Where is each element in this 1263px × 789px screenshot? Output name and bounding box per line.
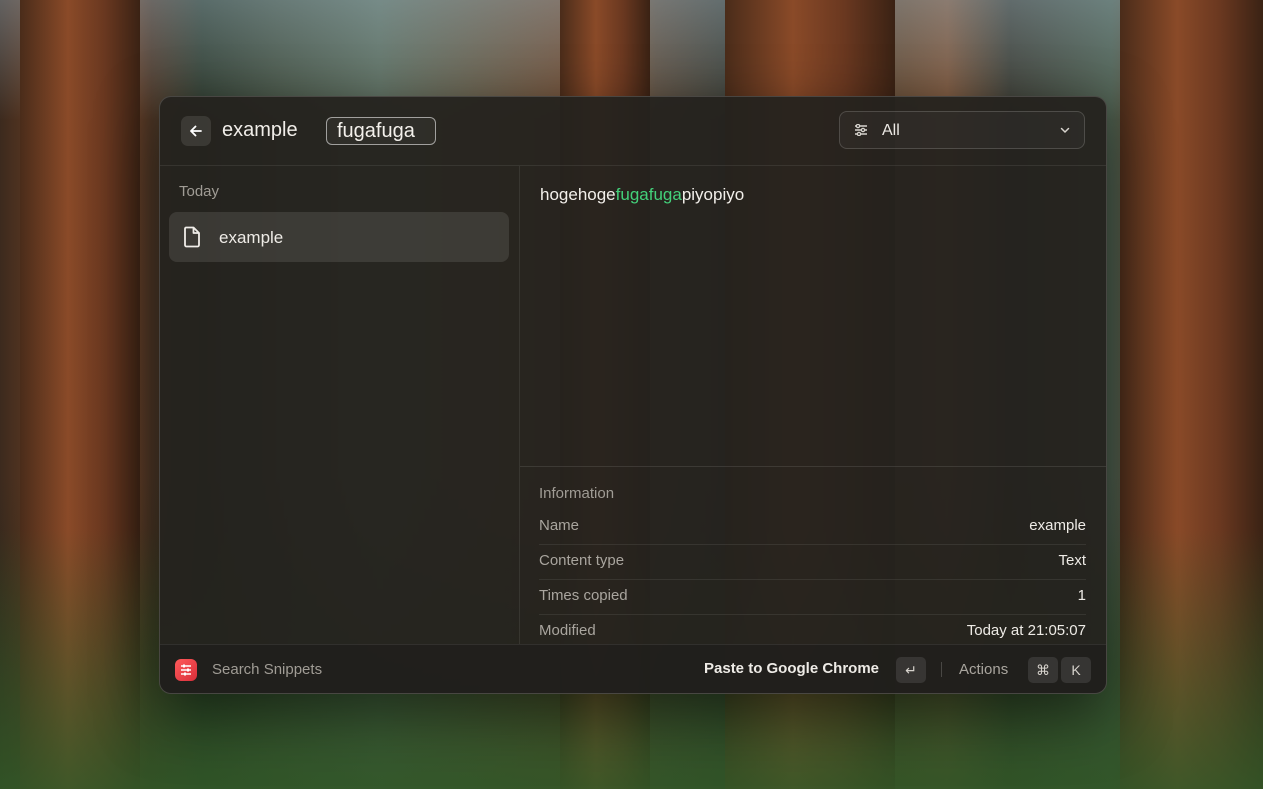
snippet-preview: hogehogefugafugapiyopiyo (540, 185, 744, 205)
preview-highlight: fugafuga (615, 185, 682, 204)
info-row: Name example (539, 509, 1086, 545)
divider (520, 466, 1106, 467)
page-title: example (222, 119, 298, 141)
app-name: Search Snippets (212, 661, 323, 678)
info-section-title: Information (539, 485, 615, 502)
snippet-list: Today example (160, 166, 520, 644)
list-item-label: example (219, 228, 284, 247)
info-key: Name (539, 517, 580, 534)
snippets-window: example All Today example hogehogefu (159, 96, 1107, 694)
command-key-badge: ⌘ (1028, 657, 1058, 683)
actions-button[interactable]: Actions (959, 661, 1008, 678)
info-key: Times copied (539, 587, 628, 604)
info-key: Content type (539, 552, 625, 569)
search-input[interactable] (326, 117, 436, 145)
document-icon (184, 226, 200, 248)
info-value: Today at 21:05:07 (966, 622, 1086, 639)
filter-lines-icon (855, 124, 867, 136)
k-key-badge: K (1061, 657, 1091, 683)
info-value: Text (1058, 552, 1086, 569)
snippets-app-icon (175, 659, 197, 681)
info-key: Modified (539, 622, 596, 639)
section-header: Today (179, 183, 220, 200)
preview-text: hogehoge (540, 185, 616, 204)
arrow-left-icon (190, 125, 202, 137)
info-row: Times copied 1 (539, 579, 1086, 615)
detail-pane: hogehogefugafugapiyopiyo Information Nam… (520, 166, 1106, 644)
separator (941, 662, 942, 677)
filter-dropdown[interactable]: All (839, 111, 1085, 149)
list-item[interactable]: example (169, 212, 509, 262)
header-bar: example All (160, 97, 1106, 166)
preview-text: piyopiyo (681, 185, 745, 204)
paste-action-button[interactable]: Paste to Google Chrome (704, 660, 879, 677)
action-bar: Search Snippets Paste to Google Chrome ↵… (160, 644, 1106, 693)
back-button[interactable] (181, 116, 211, 146)
filter-label: All (882, 122, 900, 139)
info-value: 1 (1077, 587, 1086, 604)
enter-key-badge: ↵ (896, 657, 926, 683)
info-value: example (1029, 517, 1086, 534)
chevron-down-icon (1060, 127, 1070, 134)
info-row: Content type Text (539, 544, 1086, 580)
